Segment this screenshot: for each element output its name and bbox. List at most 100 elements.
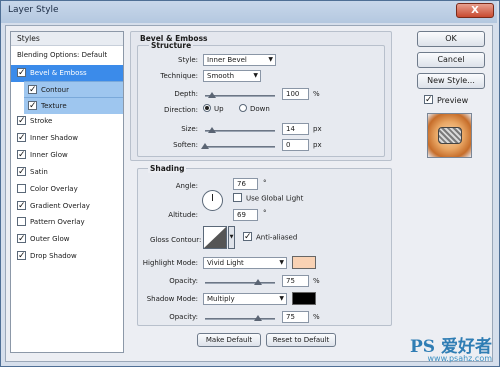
sidebar-item-label: Satin <box>30 168 48 176</box>
depth-label: Depth: <box>174 90 198 98</box>
sidebar-item-label: Drop Shadow <box>30 252 77 260</box>
style-checkbox[interactable] <box>28 84 37 94</box>
close-button[interactable]: X <box>456 3 494 18</box>
sidebar-item[interactable]: Color Overlay <box>11 181 123 198</box>
sidebar-item[interactable]: Contour <box>24 81 123 98</box>
soften-slider-thumb[interactable] <box>201 143 209 149</box>
sidebar-item-label: Stroke <box>30 117 53 125</box>
highlight-opacity-input[interactable]: 75 <box>282 275 309 287</box>
highlight-mode-value: Vivid Light <box>207 259 244 267</box>
style-checkbox[interactable] <box>17 200 26 210</box>
highlight-mode-select[interactable]: Vivid Light ▼ <box>203 257 287 269</box>
direction-down-option[interactable]: Down <box>239 104 270 113</box>
style-select[interactable]: Inner Bevel ▼ <box>203 54 276 66</box>
style-checkbox[interactable] <box>17 67 26 77</box>
make-default-button[interactable]: Make Default <box>197 333 261 347</box>
shadow-opacity-label: Opacity: <box>169 313 198 321</box>
ok-button[interactable]: OK <box>417 31 485 47</box>
sidebar-item[interactable]: Bevel & Emboss <box>11 65 123 82</box>
technique-select[interactable]: Smooth ▼ <box>203 70 261 82</box>
styles-header: Styles <box>11 32 123 46</box>
sidebar-item[interactable]: Gradient Overlay <box>11 198 123 215</box>
highlight-color-swatch[interactable] <box>292 256 316 269</box>
altitude-input[interactable]: 69 <box>233 209 258 221</box>
style-checkbox[interactable] <box>17 149 26 159</box>
style-checkbox[interactable] <box>17 233 26 243</box>
direction-down-label: Down <box>250 105 270 113</box>
style-checkbox[interactable] <box>17 132 26 142</box>
sidebar-item-label: Blending Options: Default <box>17 51 108 59</box>
sidebar-item-label: Outer Glow <box>30 235 70 243</box>
angle-unit: ° <box>263 179 267 187</box>
direction-up-option[interactable]: Up <box>203 104 224 113</box>
chevron-down-icon[interactable]: ▼ <box>228 226 235 249</box>
preview-option[interactable]: Preview <box>424 95 468 105</box>
sidebar-item[interactable]: Outer Glow <box>11 231 123 248</box>
shadow-color-swatch[interactable] <box>292 292 316 305</box>
preview-checkbox[interactable] <box>424 95 433 104</box>
highlight-opacity-label: Opacity: <box>169 277 198 285</box>
style-checkbox[interactable] <box>17 183 26 193</box>
highlight-opacity-thumb[interactable] <box>253 279 262 285</box>
sidebar-item[interactable]: Texture <box>24 97 123 114</box>
sidebar-item[interactable]: Drop Shadow <box>11 248 123 265</box>
size-slider[interactable] <box>205 127 275 133</box>
direction-label: Direction: <box>164 106 198 114</box>
global-light-checkbox[interactable] <box>233 193 242 202</box>
sidebar-item-label: Bevel & Emboss <box>30 69 87 77</box>
shadow-opacity-input[interactable]: 75 <box>282 311 309 323</box>
sidebar-item[interactable]: Inner Shadow <box>11 130 123 147</box>
size-input[interactable]: 14 <box>282 123 309 135</box>
radio-down[interactable] <box>239 104 247 112</box>
depth-slider[interactable] <box>205 92 275 98</box>
sidebar-item[interactable]: Satin <box>11 164 123 181</box>
shadow-opacity-thumb[interactable] <box>253 315 262 321</box>
shadow-mode-select[interactable]: Multiply ▼ <box>203 293 287 305</box>
size-label: Size: <box>181 125 198 133</box>
style-value: Inner Bevel <box>207 56 247 64</box>
depth-input[interactable]: 100 <box>282 88 309 100</box>
sidebar-item-label: Texture <box>41 102 67 110</box>
soften-input[interactable]: 0 <box>282 139 309 151</box>
angle-dial[interactable] <box>202 190 223 211</box>
radio-up[interactable] <box>203 104 211 112</box>
soften-slider[interactable] <box>201 143 275 149</box>
sidebar-item-label: Pattern Overlay <box>30 218 85 226</box>
antialiased-option[interactable]: Anti-aliased <box>243 232 298 242</box>
style-checkbox[interactable] <box>17 115 26 125</box>
shadow-mode-label: Shadow Mode: <box>146 295 198 303</box>
depth-unit: % <box>313 90 320 98</box>
new-style-button[interactable]: New Style... <box>417 73 485 89</box>
title-bar <box>1 1 497 23</box>
size-slider-thumb[interactable] <box>208 127 216 133</box>
global-light-option[interactable]: Use Global Light <box>233 193 303 203</box>
style-checkbox[interactable] <box>17 166 26 176</box>
gloss-contour-picker[interactable] <box>203 226 227 249</box>
reset-to-default-button[interactable]: Reset to Default <box>266 333 336 347</box>
angle-input[interactable]: 76 <box>233 178 258 190</box>
style-checkbox[interactable] <box>28 100 37 110</box>
style-checkbox[interactable] <box>17 250 26 260</box>
chevron-down-icon: ▼ <box>279 295 284 302</box>
antialiased-label: Anti-aliased <box>256 233 298 242</box>
highlight-mode-label: Highlight Mode: <box>142 259 198 267</box>
antialiased-checkbox[interactable] <box>243 232 252 241</box>
soften-unit: px <box>313 141 322 149</box>
sidebar-item[interactable]: Blending Options: Default <box>11 47 123 64</box>
preview-swatch <box>438 127 462 144</box>
style-preview-thumbnail <box>427 113 472 158</box>
chevron-down-icon: ▼ <box>279 259 284 266</box>
sidebar-item-label: Gradient Overlay <box>30 202 90 210</box>
technique-value: Smooth <box>207 72 235 80</box>
sidebar-item[interactable]: Pattern Overlay <box>11 214 123 231</box>
highlight-opacity-slider[interactable] <box>205 279 275 285</box>
shadow-opacity-slider[interactable] <box>205 315 275 321</box>
cancel-button[interactable]: Cancel <box>417 52 485 68</box>
sidebar-item-label: Inner Shadow <box>30 134 78 142</box>
gloss-contour-label: Gloss Contour: <box>150 236 202 244</box>
contour-curve-icon <box>204 227 226 248</box>
sidebar-item[interactable]: Stroke <box>11 113 123 130</box>
style-checkbox[interactable] <box>17 216 26 226</box>
depth-slider-thumb[interactable] <box>208 92 216 98</box>
sidebar-item[interactable]: Inner Glow <box>11 147 123 164</box>
